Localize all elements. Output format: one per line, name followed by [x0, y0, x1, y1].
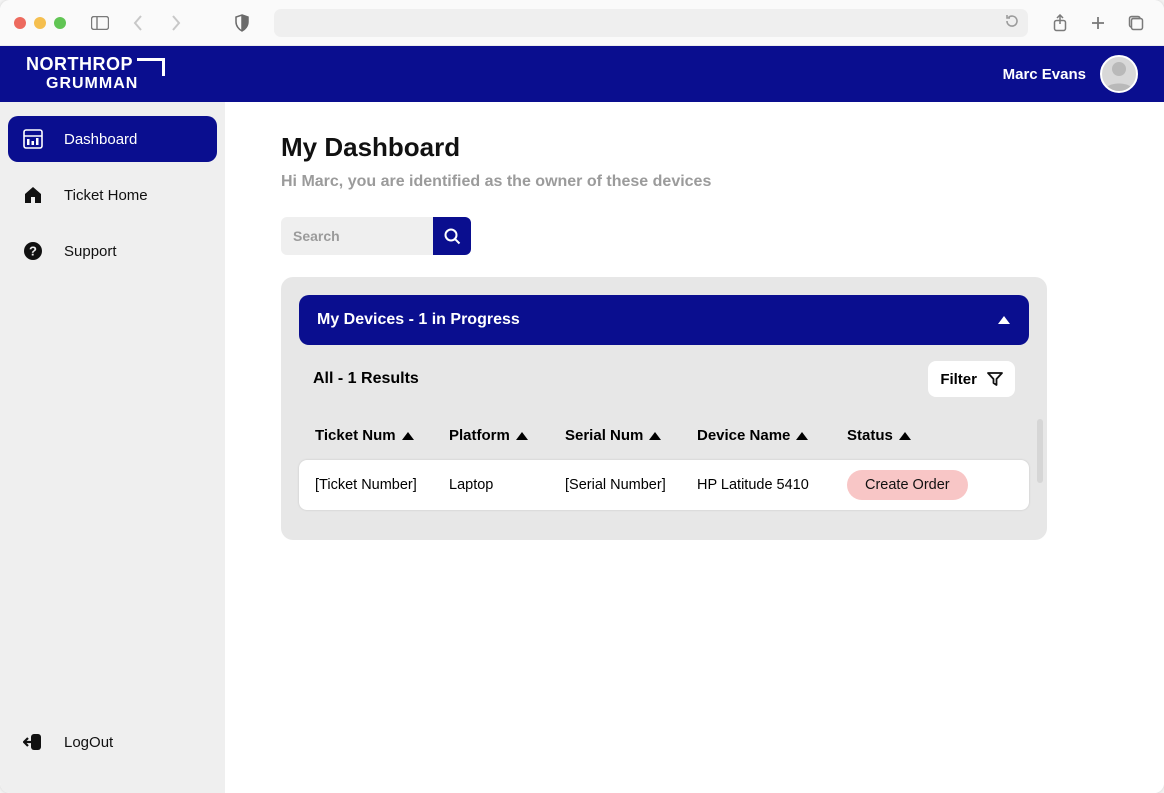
search-row	[281, 217, 1124, 255]
forward-icon[interactable]	[162, 9, 190, 37]
window-controls	[14, 17, 66, 29]
sidebar-item-label: LogOut	[64, 734, 113, 751]
col-platform[interactable]: Platform	[449, 427, 565, 444]
shield-icon[interactable]	[228, 9, 256, 37]
cell-platform: Laptop	[449, 477, 565, 493]
tabs-overview-icon[interactable]	[1122, 9, 1150, 37]
share-icon[interactable]	[1046, 9, 1074, 37]
panel-subheader: All - 1 Results Filter	[299, 361, 1029, 397]
sidebar-item-label: Dashboard	[64, 131, 137, 148]
devices-panel: My Devices - 1 in Progress All - 1 Resul…	[281, 277, 1047, 540]
page-subtitle: Hi Marc, you are identified as the owner…	[281, 173, 1124, 191]
dashboard-icon	[22, 128, 44, 150]
brand-logo[interactable]: NORTHROP GRUMMAN	[26, 56, 165, 91]
back-icon[interactable]	[124, 9, 152, 37]
col-serial[interactable]: Serial Num	[565, 427, 697, 444]
logo-line2: GRUMMAN	[26, 76, 165, 91]
minimize-window-icon[interactable]	[34, 17, 46, 29]
panel-header[interactable]: My Devices - 1 in Progress	[299, 295, 1029, 345]
cell-ticket: [Ticket Number]	[315, 477, 449, 493]
zoom-window-icon[interactable]	[54, 17, 66, 29]
help-icon: ?	[22, 240, 44, 262]
browser-chrome	[0, 0, 1164, 46]
search-input[interactable]	[281, 217, 433, 255]
collapse-icon[interactable]	[997, 315, 1011, 325]
svg-text:?: ?	[29, 244, 37, 259]
new-tab-icon[interactable]	[1084, 9, 1112, 37]
sort-asc-icon	[649, 432, 661, 440]
cell-status: Create Order	[847, 470, 977, 500]
user-name: Marc Evans	[1003, 66, 1086, 83]
panel-title: My Devices - 1 in Progress	[317, 311, 520, 329]
col-label: Serial Num	[565, 427, 643, 444]
col-ticket[interactable]: Ticket Num	[315, 427, 449, 444]
filter-icon	[987, 371, 1003, 387]
results-count: All - 1 Results	[313, 370, 419, 388]
sort-asc-icon	[899, 432, 911, 440]
sidebar-item-support[interactable]: ? Support	[8, 228, 217, 274]
sidebar-item-logout[interactable]: LogOut	[8, 719, 217, 765]
status-badge[interactable]: Create Order	[847, 470, 968, 500]
avatar[interactable]	[1100, 55, 1138, 93]
app-header: NORTHROP GRUMMAN Marc Evans	[0, 46, 1164, 102]
close-window-icon[interactable]	[14, 17, 26, 29]
devices-table: Ticket Num Platform Serial Num Device Na…	[299, 427, 1029, 510]
search-icon	[443, 227, 461, 245]
sidebar-item-dashboard[interactable]: Dashboard	[8, 116, 217, 162]
app-window: NORTHROP GRUMMAN Marc Evans Dashboard	[0, 0, 1164, 793]
address-bar[interactable]	[274, 9, 1028, 37]
col-label: Ticket Num	[315, 427, 396, 444]
table-header: Ticket Num Platform Serial Num Device Na…	[299, 427, 1029, 460]
main-content: My Dashboard Hi Marc, you are identified…	[225, 102, 1164, 793]
col-device[interactable]: Device Name	[697, 427, 847, 444]
col-label: Platform	[449, 427, 510, 444]
logo-line1: NORTHROP	[26, 56, 133, 73]
sort-asc-icon	[796, 432, 808, 440]
sidebar-item-label: Support	[64, 243, 117, 260]
page-title: My Dashboard	[281, 132, 1124, 163]
cell-serial: [Serial Number]	[565, 477, 697, 493]
cell-device: HP Latitude 5410	[697, 477, 847, 493]
col-status[interactable]: Status	[847, 427, 977, 444]
sidebar-toggle-icon[interactable]	[86, 9, 114, 37]
col-label: Status	[847, 427, 893, 444]
reload-icon[interactable]	[1004, 13, 1020, 29]
logo-bracket-icon	[137, 58, 165, 76]
home-icon	[22, 184, 44, 206]
search-button[interactable]	[433, 217, 471, 255]
app-body: Dashboard Ticket Home ? Support LogOut	[0, 102, 1164, 793]
sidebar-item-ticket-home[interactable]: Ticket Home	[8, 172, 217, 218]
sort-asc-icon	[402, 432, 414, 440]
scrollbar-thumb[interactable]	[1037, 419, 1043, 483]
filter-button[interactable]: Filter	[928, 361, 1015, 397]
sort-asc-icon	[516, 432, 528, 440]
col-label: Device Name	[697, 427, 790, 444]
filter-label: Filter	[940, 371, 977, 388]
sidebar-item-label: Ticket Home	[64, 187, 148, 204]
sidebar: Dashboard Ticket Home ? Support LogOut	[0, 102, 225, 793]
user-area[interactable]: Marc Evans	[1003, 55, 1138, 93]
table-row[interactable]: [Ticket Number] Laptop [Serial Number] H…	[299, 460, 1029, 510]
logout-icon	[22, 731, 44, 753]
